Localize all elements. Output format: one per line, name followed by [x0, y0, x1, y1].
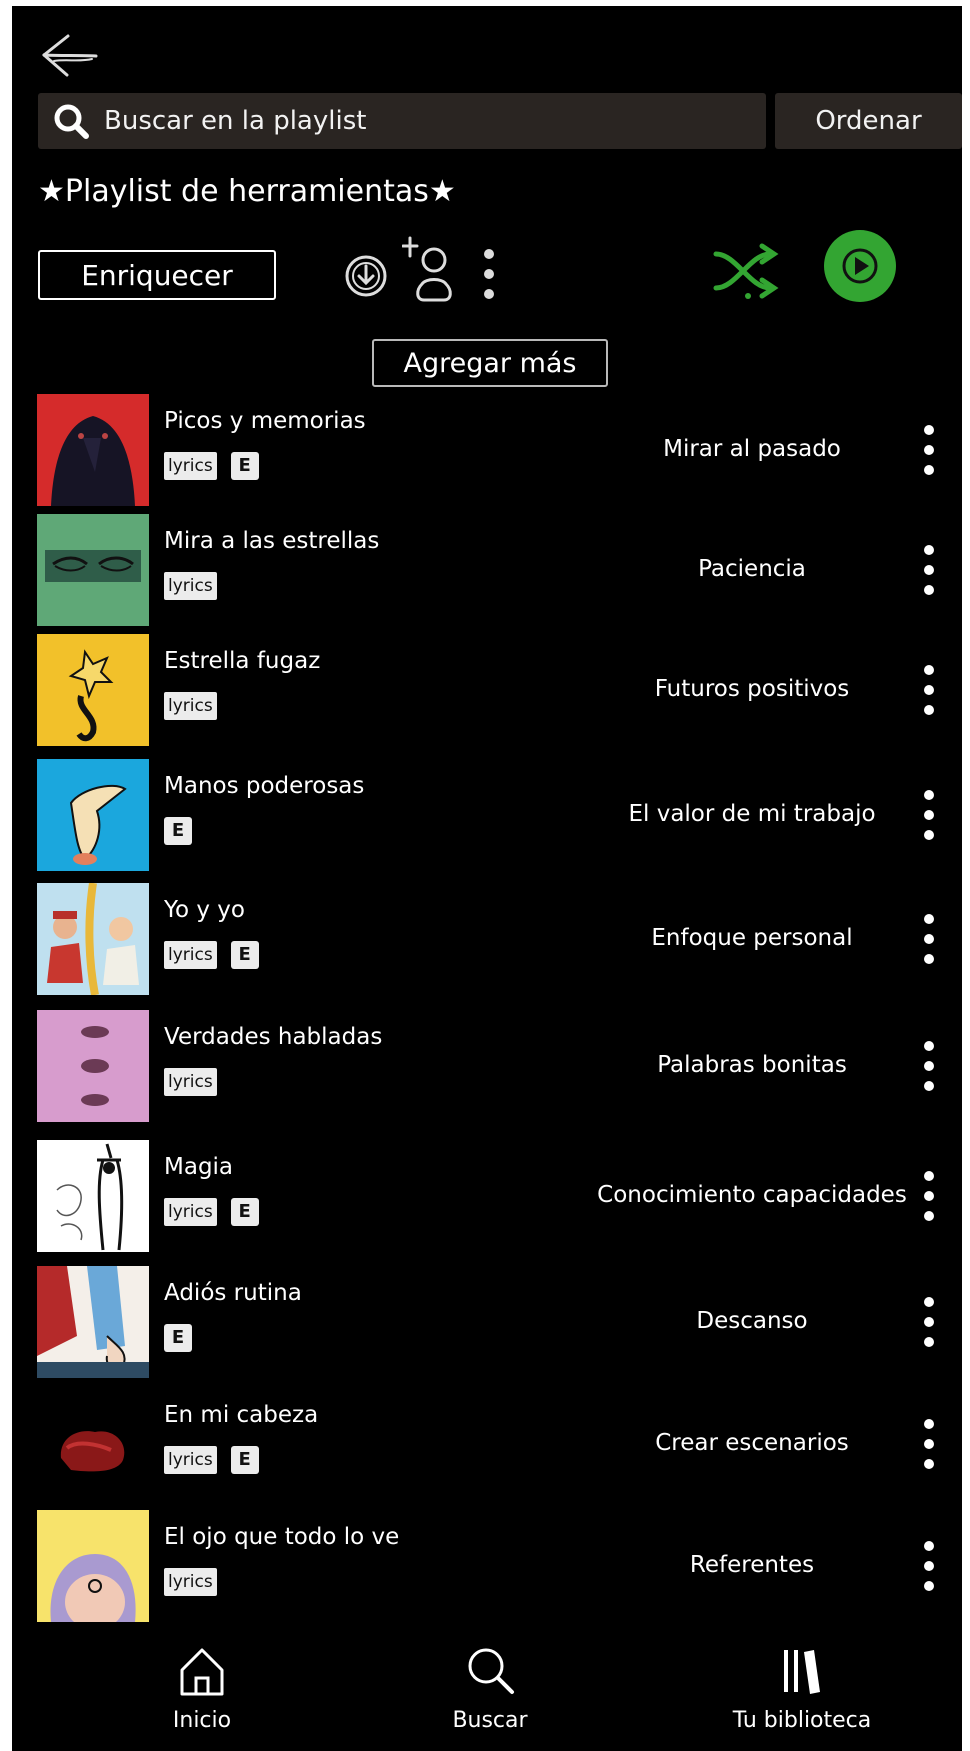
lyrics-badge: lyrics — [164, 452, 217, 480]
lyrics-badge: lyrics — [164, 1568, 217, 1596]
album-cover — [37, 1266, 149, 1378]
track-row[interactable]: Picos y memorias lyrics E Mirar al pasad… — [12, 394, 962, 506]
download-icon[interactable] — [342, 252, 390, 300]
explicit-badge: E — [230, 1446, 259, 1474]
track-tag: Palabras bonitas — [657, 1052, 847, 1078]
arrow-left-icon — [42, 34, 98, 77]
sort-button[interactable]: Ordenar — [775, 93, 962, 149]
explicit-badge: E — [164, 817, 192, 845]
track-title: Mira a las estrellas — [164, 528, 380, 554]
track-title: En mi cabeza — [164, 1402, 319, 1428]
track-row[interactable]: Manos poderosas E El valor de mi trabajo — [12, 759, 962, 871]
nav-library-label: Tu biblioteca — [732, 1708, 872, 1733]
search-field[interactable] — [38, 93, 766, 149]
nav-search-label: Buscar — [452, 1708, 528, 1733]
track-row[interactable]: Magia lyrics E Conocimiento capacidades — [12, 1140, 962, 1252]
nav-home[interactable]: Inicio — [112, 1642, 292, 1746]
track-row[interactable]: En mi cabeza lyrics E Crear escenarios — [12, 1388, 962, 1500]
track-title: Yo y yo — [164, 897, 245, 923]
album-cover — [37, 514, 149, 626]
album-cover — [37, 634, 149, 746]
explicit-badge: E — [230, 1198, 259, 1226]
track-title: Picos y memorias — [164, 408, 366, 434]
lyrics-badge: lyrics — [164, 1068, 217, 1096]
explicit-badge: E — [230, 941, 259, 969]
track-row[interactable]: El ojo que todo lo ve lyrics Referentes — [12, 1510, 962, 1622]
track-more-icon[interactable] — [917, 1038, 941, 1094]
track-tag: Referentes — [689, 1552, 815, 1578]
track-more-icon[interactable] — [917, 1538, 941, 1594]
track-title: Adiós rutina — [164, 1280, 302, 1306]
track-tag: Crear escenarios — [655, 1430, 849, 1456]
track-row[interactable]: Yo y yo lyrics E Enfoque personal — [12, 883, 962, 995]
track-row[interactable]: Mira a las estrellas lyrics Paciencia — [12, 514, 962, 626]
track-row[interactable]: Adiós rutina E Descanso — [12, 1266, 962, 1378]
track-title: Magia — [164, 1154, 234, 1180]
explicit-badge: E — [230, 452, 259, 480]
track-more-icon[interactable] — [917, 1168, 941, 1224]
track-title: Estrella fugaz — [164, 648, 321, 674]
track-tag: Descanso — [696, 1308, 808, 1334]
track-title: Verdades habladas — [164, 1024, 383, 1050]
lyrics-badge: lyrics — [164, 1198, 217, 1226]
search-icon — [468, 1648, 514, 1694]
track-title: Manos poderosas — [164, 773, 365, 799]
track-more-icon[interactable] — [917, 1416, 941, 1472]
album-cover — [37, 883, 149, 995]
album-cover — [37, 1388, 149, 1500]
lyrics-badge: lyrics — [164, 1446, 217, 1474]
track-more-icon[interactable] — [917, 542, 941, 598]
track-tag: Enfoque personal — [651, 925, 853, 951]
library-icon — [784, 1650, 820, 1694]
play-button[interactable] — [822, 228, 898, 304]
track-more-icon[interactable] — [917, 911, 941, 967]
lyrics-badge: lyrics — [164, 572, 217, 600]
album-cover — [37, 1010, 149, 1122]
search-input[interactable] — [104, 106, 704, 136]
lyrics-badge: lyrics — [164, 692, 217, 720]
lyrics-badge: lyrics — [164, 941, 217, 969]
track-tag: El valor de mi trabajo — [628, 801, 876, 827]
track-tag: Mirar al pasado — [663, 436, 841, 462]
album-cover — [37, 394, 149, 506]
enrich-button[interactable]: Enriquecer — [38, 250, 276, 300]
search-icon — [54, 104, 89, 139]
add-more-button[interactable]: Agregar más — [372, 339, 608, 387]
album-cover — [37, 1140, 149, 1252]
back-button[interactable] — [34, 28, 100, 82]
playlist-title: ★Playlist de herramientas★ — [38, 174, 456, 209]
track-tag: Futuros positivos — [654, 676, 850, 702]
album-cover — [37, 759, 149, 871]
nav-search[interactable]: Buscar — [400, 1642, 580, 1746]
track-tag: Paciencia — [698, 556, 806, 582]
track-more-icon[interactable] — [917, 1294, 941, 1350]
playlist-screen: Ordenar ★Playlist de herramientas★ Enriq… — [12, 6, 962, 1751]
track-row[interactable]: Verdades habladas lyrics Palabras bonita… — [12, 1010, 962, 1122]
album-cover — [37, 1510, 149, 1622]
explicit-badge: E — [164, 1324, 192, 1352]
home-icon — [180, 1648, 224, 1696]
track-more-icon[interactable] — [917, 662, 941, 718]
nav-home-label: Inicio — [172, 1708, 232, 1733]
track-title: El ojo que todo lo ve — [164, 1524, 400, 1550]
track-row[interactable]: Estrella fugaz lyrics Futuros positivos — [12, 634, 962, 746]
track-more-icon[interactable] — [917, 422, 941, 478]
shuffle-icon[interactable] — [712, 242, 782, 300]
bottom-nav: Inicio Buscar Tu biblioteca — [12, 1634, 962, 1751]
more-options-icon[interactable] — [482, 246, 496, 302]
track-tag: Conocimiento capacidades — [597, 1182, 907, 1208]
nav-library[interactable]: Tu biblioteca — [712, 1642, 892, 1746]
track-more-icon[interactable] — [917, 787, 941, 843]
add-user-icon[interactable] — [402, 234, 462, 306]
